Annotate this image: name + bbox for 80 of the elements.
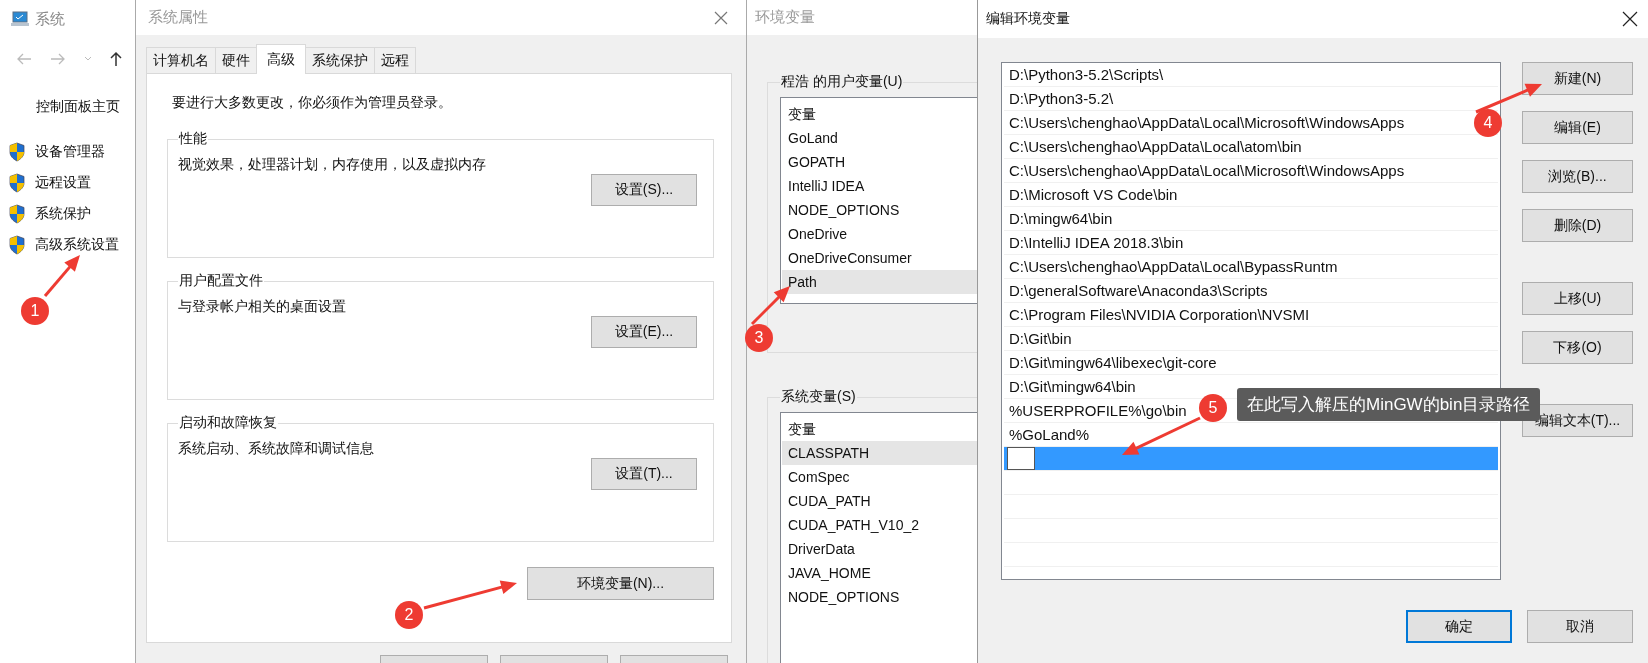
shield-icon bbox=[8, 235, 26, 255]
path-entry[interactable]: C:\Users\chenghao\AppData\Local\atom\bin bbox=[1009, 135, 1302, 158]
path-entry[interactable]: D:\Microsoft VS Code\bin bbox=[1009, 183, 1178, 206]
group-title: 启动和故障恢复 bbox=[178, 414, 278, 432]
path-entry[interactable]: %GoLand% bbox=[1009, 423, 1090, 446]
window-title: 系统 bbox=[35, 9, 65, 29]
caret-icon[interactable] bbox=[84, 55, 92, 62]
input-field[interactable] bbox=[1007, 447, 1035, 470]
annotation-arrow bbox=[1475, 83, 1542, 114]
path-entry[interactable]: D:\Git\mingw64\bin bbox=[1009, 375, 1136, 398]
forward-arrow-icon[interactable] bbox=[50, 52, 66, 65]
group-title: 程浩 的用户变量(U) bbox=[780, 73, 904, 91]
action-button[interactable]: 编辑(E) bbox=[1522, 111, 1633, 144]
path-entry[interactable]: C:\Users\chenghao\AppData\Local\Microsoft\WindowsApps bbox=[1009, 111, 1405, 134]
admin-note: 要进行大多数更改，你必须作为管理员登录。 bbox=[172, 94, 453, 112]
group-description: 与登录帐户相关的桌面设置 bbox=[178, 298, 347, 316]
group-title: 用户配置文件 bbox=[178, 272, 264, 290]
group-description: 视觉效果，处理器计划，内存使用，以及虚拟内存 bbox=[178, 156, 487, 174]
close-icon[interactable] bbox=[1622, 11, 1638, 27]
task-link[interactable]: 设备管理器 bbox=[35, 143, 105, 161]
ok-button[interactable]: 确定 bbox=[1406, 610, 1512, 643]
variable-row[interactable]: GoLand bbox=[782, 126, 977, 150]
tab[interactable]: 远程 bbox=[374, 47, 416, 73]
variable-row[interactable]: CLASSPATH bbox=[782, 441, 977, 465]
variable-row[interactable]: GOPATH bbox=[782, 150, 977, 174]
annotation-arrow bbox=[43, 255, 80, 297]
group-title: 性能 bbox=[178, 130, 208, 148]
path-entry[interactable]: %USERPROFILE%\go\bin bbox=[1009, 399, 1187, 422]
group-description: 系统启动、系统故障和调试信息 bbox=[178, 440, 375, 458]
path-entry[interactable]: D:\Python3-5.2\ bbox=[1009, 87, 1114, 110]
path-entry[interactable]: D:\Git\bin bbox=[1009, 327, 1072, 350]
settings-button[interactable]: 设置(T)... bbox=[591, 458, 697, 490]
variable-row[interactable]: Path bbox=[782, 270, 977, 294]
path-entry[interactable]: D:\IntelliJ IDEA 2018.3\bin bbox=[1009, 231, 1184, 254]
column-header: 变量 bbox=[787, 420, 817, 439]
action-button[interactable]: 上移(U) bbox=[1522, 282, 1633, 315]
variable-row[interactable]: OneDrive bbox=[782, 222, 977, 246]
variable-row[interactable]: CUDA_PATH_V10_2 bbox=[782, 513, 977, 537]
variable-row[interactable]: JAVA_HOME bbox=[782, 561, 977, 585]
path-entry[interactable]: C:\Users\chenghao\AppData\Local\Microsoft\WindowsApps bbox=[1009, 159, 1405, 182]
path-entry[interactable]: D:\mingw64\bin bbox=[1009, 207, 1113, 230]
cancel-button[interactable]: 取消 bbox=[1527, 610, 1633, 643]
path-entry[interactable]: C:\Program Files\NVIDIA Corporation\NVSMI bbox=[1009, 303, 1310, 326]
callout-tooltip: 在此写入解压的MinGW的bin目录路径 bbox=[1237, 388, 1541, 421]
variable-row[interactable]: ComSpec bbox=[782, 465, 977, 489]
annotation-arrow bbox=[750, 286, 790, 326]
shield-icon bbox=[8, 204, 26, 224]
tab[interactable]: 计算机名 bbox=[146, 47, 216, 73]
shield-icon bbox=[8, 142, 26, 162]
task-link[interactable]: 高级系统设置 bbox=[35, 236, 119, 254]
shield-icon bbox=[8, 173, 26, 193]
settings-button[interactable]: 设置(S)... bbox=[591, 174, 697, 206]
column-header: 变量 bbox=[787, 105, 817, 124]
group-title: 系统变量(S) bbox=[780, 388, 857, 406]
settings-button[interactable]: 设置(E)... bbox=[591, 316, 697, 348]
action-button[interactable]: 新建(N) bbox=[1522, 62, 1633, 95]
task-link[interactable]: 系统保护 bbox=[35, 205, 91, 223]
variable-row[interactable]: NODE_OPTIONS bbox=[782, 198, 977, 222]
dialog-title: 系统属性 bbox=[148, 8, 208, 27]
path-entry[interactable]: D:\Git\mingw64\libexec\git-core bbox=[1009, 351, 1217, 374]
environment-variables-button[interactable]: 环境变量(N)... bbox=[527, 567, 714, 600]
up-arrow-icon[interactable] bbox=[110, 51, 122, 66]
path-entry[interactable]: C:\Users\chenghao\AppData\Local\BypassRuntm bbox=[1009, 255, 1338, 278]
tab[interactable]: 高级 bbox=[256, 44, 306, 74]
variable-row[interactable]: IntelliJ IDEA bbox=[782, 174, 977, 198]
task-link[interactable]: 远程设置 bbox=[35, 174, 91, 192]
variable-row[interactable]: DriverData bbox=[782, 537, 977, 561]
action-button[interactable]: 浏览(B)... bbox=[1522, 160, 1633, 193]
path-entry[interactable]: D:\generalSoftware\Anaconda3\Scripts bbox=[1009, 279, 1268, 302]
action-button[interactable]: 下移(O) bbox=[1522, 331, 1633, 364]
variable-row[interactable]: OneDriveConsumer bbox=[782, 246, 977, 270]
control-panel-home-link[interactable]: 控制面板主页 bbox=[36, 98, 135, 116]
variable-row[interactable]: NODE_OPTIONS bbox=[782, 585, 977, 609]
dialog-title: 编辑环境变量 bbox=[986, 10, 1070, 28]
action-button[interactable]: 删除(D) bbox=[1522, 209, 1633, 242]
variable-row[interactable]: CUDA_PATH bbox=[782, 489, 977, 513]
dialog-title: 环境变量 bbox=[755, 8, 815, 27]
computer-icon bbox=[10, 11, 30, 27]
back-arrow-icon[interactable] bbox=[16, 52, 32, 65]
path-entry[interactable]: D:\Python3-5.2\Scripts\ bbox=[1009, 63, 1164, 86]
